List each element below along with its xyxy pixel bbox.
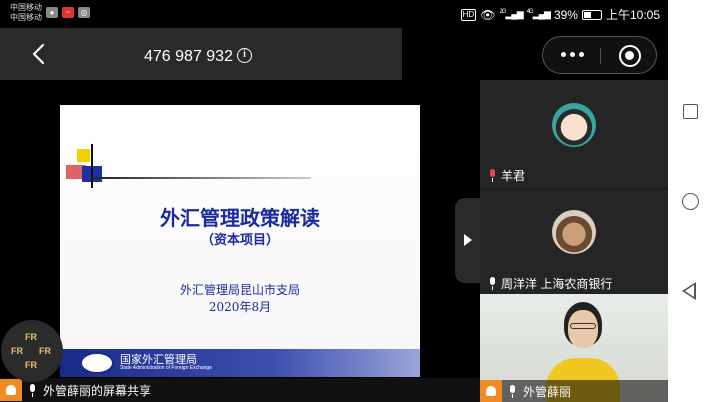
signal-icon-1: 2G▂▄▆ <box>499 9 523 19</box>
carrier-1: 中国移动 <box>10 3 42 12</box>
user-icon <box>480 380 502 402</box>
carrier-names: 中国移动 中国移动 <box>10 3 42 23</box>
slide-organization: 外汇管理局昆山市支局 <box>179 283 300 297</box>
battery-icon <box>581 9 602 20</box>
screen-share-label: 外管薛丽的屏幕共享 <box>43 383 152 398</box>
eye-icon: 👁 <box>480 7 496 22</box>
shared-screen-slide: 外汇管理政策解读 （资本项目） 外汇管理局昆山市支局 2020年8月 国家外汇管… <box>60 105 420 377</box>
chevron-left-icon <box>32 43 45 65</box>
footer-org-name-en: State Administration of Foreign Exchange <box>120 365 212 371</box>
status-bar: 中国移动 中国移动 ● ~ ◎ HD 👁 2G▂▄▆ 4G▂▄▆ 39% 上午1… <box>0 0 668 28</box>
signal-icon-2: 4G▂▄▆ <box>526 9 551 19</box>
video-tile-label: 外管薛丽 <box>480 380 668 402</box>
expand-panel-button[interactable] <box>455 198 480 283</box>
mic-icon <box>488 277 497 290</box>
mic-icon <box>28 383 37 397</box>
participant-video-tile[interactable]: 外管薛丽 <box>480 294 668 402</box>
slide-decoration <box>91 144 93 188</box>
close-miniprogram-icon[interactable] <box>619 45 641 67</box>
app-logo[interactable]: FR FR FR FR <box>1 320 63 382</box>
slide-footer: 国家外汇管理局 State Administration of Foreign … <box>60 349 420 377</box>
mic-icon <box>508 384 517 398</box>
home-icon[interactable] <box>682 193 699 210</box>
safe-logo <box>80 352 114 374</box>
status-right: HD 👁 2G▂▄▆ 4G▂▄▆ 39% 上午10:05 <box>460 6 660 23</box>
meeting-top-bar: 476 987 932 i <box>0 28 402 80</box>
slide-subtitle: （资本项目） <box>200 233 279 248</box>
recent-apps-icon[interactable] <box>683 104 698 119</box>
participant-name: 外管薛丽 <box>523 384 572 399</box>
participant-name-row: 羊君 <box>488 167 525 184</box>
hd-icon: HD <box>460 8 477 21</box>
more-options-button[interactable] <box>561 52 584 57</box>
participant-name: 羊君 <box>501 169 526 183</box>
slide-date: 2020年8月 <box>208 300 272 314</box>
slide-decoration <box>91 177 311 179</box>
capsule-divider <box>600 48 601 64</box>
avatar <box>552 210 596 254</box>
back-button[interactable] <box>28 42 50 66</box>
miniprogram-capsule <box>542 36 657 74</box>
info-icon[interactable]: i <box>237 48 252 63</box>
stocks-icon: ~ <box>62 7 74 18</box>
app-notification-icon: ◎ <box>78 7 90 18</box>
android-nav-bar <box>668 0 715 402</box>
wechat-icon: ● <box>46 7 58 18</box>
mic-muted-icon <box>488 169 497 182</box>
back-triangle-icon[interactable] <box>682 282 696 300</box>
user-icon <box>0 379 22 401</box>
notification-icons: ● ~ ◎ <box>46 7 90 18</box>
participant-name-row: 周洋洋 上海农商银行 <box>488 275 612 292</box>
carrier-2: 中国移动 <box>10 13 42 22</box>
screen-share-bar: 外管薛丽的屏幕共享 <box>0 378 480 402</box>
slide-title: 外汇管理政策解读 <box>160 206 320 230</box>
clock: 上午10:05 <box>605 8 660 22</box>
meeting-id: 476 987 932 <box>144 48 233 65</box>
battery-percent: 39% <box>553 7 578 22</box>
avatar <box>552 103 596 147</box>
slide-decoration <box>77 149 90 162</box>
participant-name: 周洋洋 上海农商银行 <box>501 277 613 291</box>
